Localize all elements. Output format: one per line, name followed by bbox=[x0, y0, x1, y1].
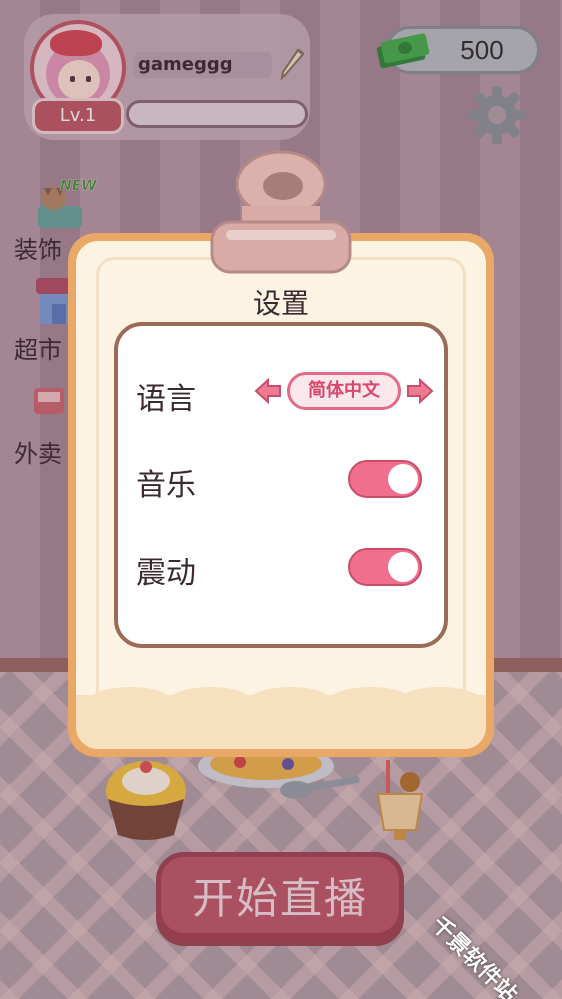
vibration-toggle-knob bbox=[388, 552, 418, 582]
vibration-toggle[interactable] bbox=[348, 548, 422, 586]
language-prev-arrow-icon[interactable] bbox=[254, 378, 282, 404]
language-label: 语言 bbox=[136, 382, 196, 417]
language-selector[interactable]: 简体中文 bbox=[287, 372, 401, 410]
music-label: 音乐 bbox=[136, 468, 196, 503]
music-toggle-knob bbox=[388, 464, 418, 494]
vibration-label: 震动 bbox=[136, 556, 196, 591]
settings-title: 设置 bbox=[252, 287, 309, 320]
language-next-arrow-icon[interactable] bbox=[406, 378, 434, 404]
clipboard-clip-icon bbox=[210, 150, 352, 274]
music-toggle[interactable] bbox=[348, 460, 422, 498]
